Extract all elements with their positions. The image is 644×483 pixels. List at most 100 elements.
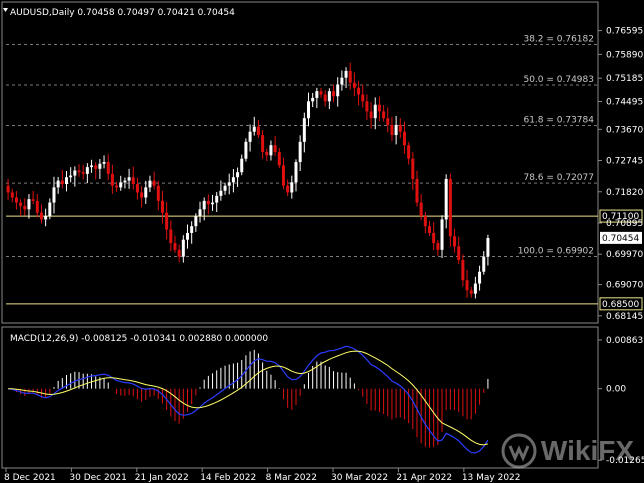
candle-body	[277, 151, 281, 166]
time-axis: 8 Dec 2021 30 Dec 2021 21 Jan 2022 14 Feb 2…	[4, 468, 521, 483]
candle-body	[478, 271, 482, 284]
candle-body	[94, 165, 98, 169]
candle-body	[240, 158, 244, 173]
candle-body	[48, 202, 52, 217]
candle-body	[115, 185, 119, 188]
candle-body	[256, 126, 260, 136]
price-tick-label: 0.70895	[606, 219, 643, 229]
candle-body	[211, 202, 215, 205]
candle-body	[298, 141, 302, 163]
fib-level-label: 50.0 = 0.74983	[523, 75, 594, 85]
candle-body	[194, 216, 198, 227]
candle-body	[444, 178, 448, 220]
candle-body	[215, 195, 219, 203]
candle-body	[90, 165, 94, 168]
price-axis: 0.76595 0.75890 0.75185 0.74495 0.73670 0.727…	[598, 27, 643, 322]
candle-body	[148, 180, 152, 188]
candle-body	[110, 173, 114, 186]
macd-axis: 0.00863 0.00 -0.012657	[598, 336, 644, 466]
time-tick-label: 30 Dec 2021	[69, 473, 127, 483]
candle-body	[394, 124, 398, 136]
candle-body	[23, 205, 27, 210]
candle-body	[177, 249, 181, 257]
candle-body	[165, 212, 169, 230]
candle-body	[19, 202, 23, 206]
time-tick-label: 14 Feb 2022	[200, 473, 256, 483]
candle-body	[81, 172, 85, 174]
candle-body	[144, 187, 148, 198]
candle-body	[202, 200, 206, 210]
candle-body	[386, 118, 390, 125]
candle-body	[85, 167, 89, 174]
candle-body	[39, 212, 43, 220]
candle-body	[252, 126, 256, 132]
candle-body	[35, 200, 39, 213]
candle-body	[244, 141, 248, 159]
candle-body	[290, 182, 294, 193]
time-tick-label: 8 Dec 2021	[4, 473, 56, 483]
candle-body	[336, 84, 340, 97]
candle-body	[273, 145, 277, 152]
candle-body	[10, 192, 14, 198]
macd-histogram	[11, 349, 489, 448]
fib-level-label: 78.6 = 0.72077	[523, 173, 594, 183]
macd-tick-label: -0.012657	[606, 456, 644, 466]
time-tick-label: 13 May 2022	[462, 473, 521, 483]
macd-title: MACD(12,26,9) -0.008125 -0.010341 0.0028…	[10, 334, 268, 344]
macd-signal-line	[8, 350, 489, 446]
candle-body	[411, 158, 415, 179]
time-tick-label: 30 Mar 2022	[331, 473, 388, 483]
time-tick-label: 8 Mar 2022	[266, 473, 317, 483]
candle-body	[156, 185, 160, 201]
candle-body	[352, 82, 356, 88]
candle-body	[415, 178, 419, 203]
candle-body	[428, 226, 431, 233]
candle-body	[223, 185, 227, 191]
candle-body	[173, 243, 177, 250]
price-tick-label: 0.73670	[606, 125, 643, 135]
candle-body	[457, 246, 461, 260]
candle-body	[486, 238, 490, 257]
candle-body	[323, 94, 327, 102]
candle-body	[65, 177, 68, 185]
candle-body	[169, 229, 173, 244]
candle-body	[60, 180, 64, 185]
price-tick-label: 0.75185	[606, 74, 643, 84]
collapse-triangle-icon[interactable]	[3, 8, 8, 12]
candle-body	[377, 104, 381, 112]
macd-pane-frame	[1, 326, 599, 469]
candle-body	[231, 177, 235, 183]
candle-body	[432, 232, 436, 244]
candle-body	[332, 91, 336, 97]
candle-body	[73, 170, 77, 176]
candle-body	[281, 165, 285, 186]
candle-body	[119, 182, 123, 188]
candle-body	[319, 91, 323, 95]
fibonacci-levels: 38.2 = 0.76182 50.0 = 0.74983 61.8 = 0.737…	[6, 35, 598, 258]
price-tick-label: 0.71820	[606, 188, 643, 198]
candle-body	[152, 180, 156, 186]
price-tick-label: 0.69970	[606, 250, 643, 260]
chart-canvas[interactable]: AUDUSD,Daily 0.70458 0.70497 0.70421 0.7…	[0, 0, 644, 483]
candle-body	[436, 243, 440, 250]
candle-body	[140, 192, 144, 198]
candle-body	[461, 259, 465, 281]
horizontal-levels: 0.711000.685000.70454	[6, 209, 643, 311]
price-tick-label: 0.68145	[606, 312, 643, 322]
candle-body	[98, 163, 102, 169]
candle-body	[44, 216, 48, 220]
candle-body	[131, 177, 135, 185]
candle-body	[419, 202, 423, 217]
candle-body	[127, 177, 131, 181]
candle-body	[31, 199, 35, 201]
candle-body	[473, 283, 477, 294]
candle-body	[482, 256, 486, 272]
candle-body	[348, 70, 352, 83]
candle-body	[402, 131, 406, 146]
candle-body	[369, 111, 373, 119]
candle-body	[302, 118, 306, 142]
candle-body	[219, 190, 223, 196]
candle-body	[14, 197, 18, 203]
candle-body	[181, 239, 185, 257]
price-tick-label: 0.75890	[606, 50, 643, 60]
